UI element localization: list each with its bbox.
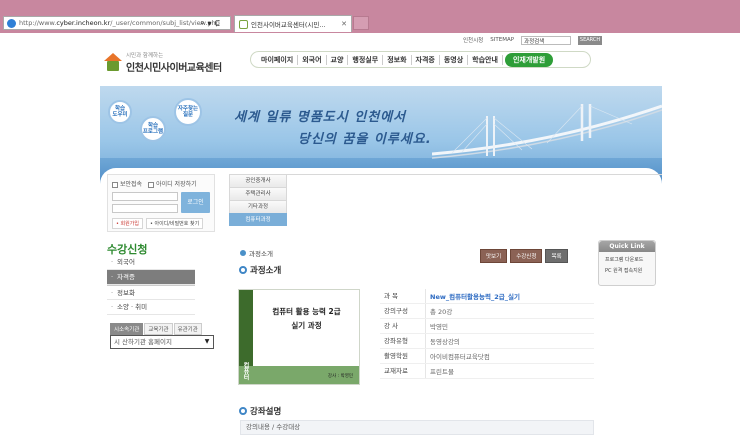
util-link-sitemap[interactable]: SITEMAP — [490, 37, 514, 43]
org-tabs: 시소속기관 교육기관 유관기관 — [110, 323, 202, 335]
info-row-type: 강좌유형 동영상강의 — [380, 334, 594, 349]
nav-foreign-language[interactable]: 외국어 — [298, 54, 327, 65]
tab-realtor[interactable]: 공인중개사 — [229, 174, 287, 187]
password-field[interactable] — [112, 204, 178, 213]
info-row-materials: 교재자료 프린트물 — [380, 364, 594, 379]
security-checkbox[interactable]: 보안접속 — [112, 179, 142, 188]
breadcrumb-bullet-icon — [240, 250, 246, 256]
sidebar-item-foreign-language[interactable]: 외국어 — [107, 255, 195, 270]
address-tools: ⌕ ▾ C — [200, 16, 232, 30]
logo-name: 인천시민사이버교육센터 — [126, 62, 222, 74]
util-link-cityhall[interactable]: 인천시청 — [463, 36, 483, 44]
section-title: 과정소개 — [239, 264, 281, 276]
search-button[interactable]: SEARCH — [578, 35, 603, 45]
quick-link-title: Quick Link — [599, 241, 655, 252]
url-domain: cyber.incheon.kr — [56, 19, 111, 27]
tab-computer-courses[interactable]: 컴퓨터과정 — [229, 213, 287, 226]
tab-housing-manager[interactable]: 주택관리사 — [229, 187, 287, 200]
site-logo[interactable]: 시민과 함께하는 인천시민사이버교육센터 — [104, 50, 224, 74]
sidebar-menu: 외국어 자격증 정보화 소양 · 취미 — [107, 255, 195, 315]
bubble-learning-helper[interactable]: 학습 도우미 — [108, 100, 132, 124]
org-select-value: 시 산하기관 홈페이지 — [114, 338, 172, 346]
tab-education-org[interactable]: 교육기관 — [144, 323, 173, 335]
course-thumbnail: 컴퓨터 활용 능력 2급 실기 과정 강사 : 박영민 컴퓨터 — [238, 289, 360, 385]
nav-guide[interactable]: 학습안내 — [468, 54, 503, 65]
nav-culture[interactable]: 교양 — [327, 54, 349, 65]
tab-close-icon[interactable]: ✕ — [341, 20, 347, 28]
bubble-faq[interactable]: 자주찾는 질문 — [174, 98, 202, 126]
chevron-down-icon: ▼ — [204, 338, 210, 345]
course-title-link[interactable]: New_컴퓨터활용능력_2급_실기 — [426, 291, 520, 301]
quick-link-remote-support[interactable]: PC 원격 접속지원 — [599, 263, 655, 274]
utility-bar: 인천시청 SITEMAP 과정검색 SEARCH — [463, 35, 603, 45]
nav-hr-institute[interactable]: 인재개발원 — [504, 52, 554, 67]
find-account-link[interactable]: • 아이디/비밀번호 찾기 — [145, 218, 204, 229]
course-info-table: 과 목 New_컴퓨터활용능력_2급_실기 강의구성 총 20강 강 사 박영민 강좌… — [380, 289, 594, 379]
tab-other-courses[interactable]: 기타과정 — [229, 200, 287, 213]
bubble-learning-program[interactable]: 학습 프로그램 — [140, 116, 166, 142]
nav-mypage[interactable]: 마이페이지 — [257, 54, 299, 65]
login-box: 보안접속 아이디 저장하기 로그인 • 회원가입 • 아이디/비밀번호 찾기 — [107, 174, 215, 232]
action-buttons: 맛보기 수강신청 목록 — [480, 249, 568, 263]
tab-title: 인천사이버교육센터(시민... — [251, 21, 326, 29]
address-bar[interactable]: http://www. cyber.incheon.kr/_user/common… — [3, 16, 231, 30]
nav-administration[interactable]: 행정실무 — [348, 54, 384, 65]
enroll-button[interactable]: 수강신청 — [510, 249, 543, 263]
signup-link[interactable]: • 회원가입 — [112, 218, 143, 229]
favicon-icon — [239, 19, 248, 29]
section-title-description: 강좌설명 — [239, 405, 281, 417]
main-nav: 마이페이지 외국어 교양 행정실무 정보화 자격증 동영상 학습안내 인재개발원 — [250, 51, 591, 68]
info-row-subject: 과 목 New_컴퓨터활용능력_2급_실기 — [380, 289, 594, 304]
section-bullet-icon — [239, 407, 247, 415]
nav-it[interactable]: 정보화 — [383, 54, 412, 65]
quick-link-download[interactable]: 프로그램 다운로드 — [599, 252, 655, 263]
section-bullet-icon — [239, 266, 247, 274]
login-button[interactable]: 로그인 — [181, 192, 210, 213]
nav-video[interactable]: 동영상 — [440, 54, 469, 65]
org-homepage-select[interactable]: 시 산하기관 홈페이지 ▼ — [110, 335, 214, 349]
banner-slogan-line2: 당신의 꿈을 이루세요. — [298, 132, 432, 147]
thumbnail-subtitle: 실기 과정 — [291, 321, 322, 330]
course-category-tabs: 공인중개사 주택관리사 기타과정 컴퓨터과정 — [229, 174, 287, 230]
info-row-composition: 강의구성 총 20강 — [380, 304, 594, 319]
thumbnail-title: 컴퓨터 활용 능력 2급 — [272, 307, 341, 316]
house-logo-icon — [104, 53, 122, 71]
globe-icon — [7, 18, 16, 28]
quick-link-box: Quick Link 프로그램 다운로드 PC 원격 접속지원 — [598, 240, 656, 286]
tab-city-affiliated[interactable]: 시소속기관 — [110, 323, 144, 335]
logo-slogan: 시민과 함께하는 — [126, 52, 164, 59]
sidebar-item-it[interactable]: 정보화 — [107, 285, 195, 301]
browser-tab[interactable]: 인천사이버교육센터(시민... ✕ — [234, 15, 352, 32]
preview-button[interactable]: 맛보기 — [480, 249, 508, 263]
tab-related-org[interactable]: 유관기관 — [173, 323, 202, 335]
refresh-icon[interactable]: C — [215, 19, 221, 28]
info-row-academy: 촬영학원 아이비컴퓨터교육닷컴 — [380, 349, 594, 364]
user-id-field[interactable] — [112, 192, 178, 201]
sidebar-item-hobby[interactable]: 소양 · 취미 — [107, 300, 195, 315]
lecture-content-bar: 강의내용 / 수강대상 — [240, 420, 594, 435]
tabs-panel — [287, 174, 662, 230]
info-row-instructor: 강 사 박영민 — [380, 319, 594, 334]
url-prefix: http://www. — [19, 19, 57, 27]
new-tab-button[interactable] — [353, 16, 369, 30]
banner-slogan-line1: 세계 일류 명품도시 인천에서 — [234, 110, 407, 125]
nav-certificate[interactable]: 자격증 — [412, 54, 440, 65]
thumbnail-instructor: 강사 : 박영민 — [327, 374, 353, 379]
breadcrumb: 과정소개 — [240, 248, 273, 258]
save-id-checkbox[interactable]: 아이디 저장하기 — [148, 179, 197, 188]
dropdown-icon[interactable]: ▾ — [207, 19, 211, 28]
breadcrumb-label: 과정소개 — [249, 250, 273, 258]
thumbnail-side-label: 컴퓨터 — [242, 362, 249, 380]
list-button[interactable]: 목록 — [545, 249, 568, 263]
course-search-input[interactable]: 과정검색 — [521, 35, 572, 45]
sidebar-item-certificate[interactable]: 자격증 — [107, 270, 195, 285]
search-icon[interactable]: ⌕ — [200, 18, 204, 28]
